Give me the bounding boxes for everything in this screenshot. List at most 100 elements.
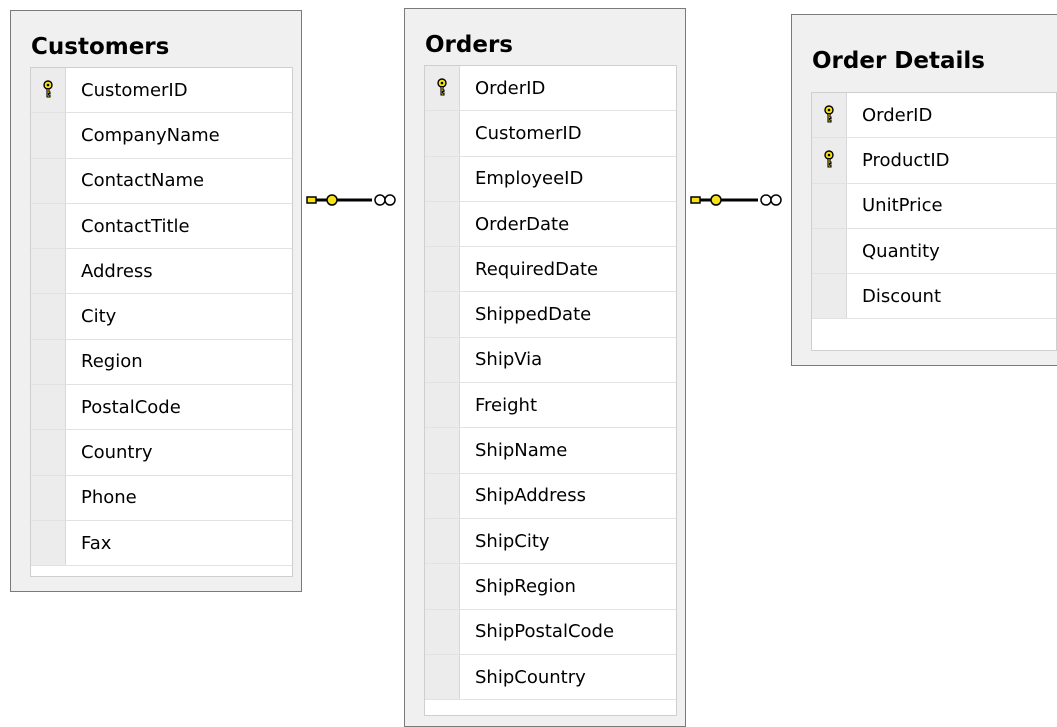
row-selector[interactable] (812, 93, 847, 138)
column-name: ShipCountry (475, 666, 586, 688)
column-name: ContactName (81, 170, 205, 192)
column-name: Country (81, 442, 153, 464)
column-row[interactable]: CompanyName (31, 113, 292, 159)
column-row[interactable]: ContactTitle (31, 203, 292, 250)
row-selector[interactable] (425, 247, 460, 292)
column-name: ShippedDate (475, 304, 592, 326)
column-row[interactable]: CustomerID (31, 68, 292, 114)
row-selector[interactable] (31, 158, 66, 203)
row-selector[interactable] (31, 475, 66, 520)
row-selector[interactable] (31, 339, 66, 385)
row-selector[interactable] (425, 518, 460, 564)
column-row[interactable]: UnitPrice (812, 183, 1056, 229)
column-name: CustomerID (475, 122, 582, 144)
column-row[interactable]: ShipCountry (425, 654, 676, 701)
customers-table[interactable]: Customers CustomerID CompanyName ContactNa… (10, 10, 302, 592)
column-name: ShipCity (475, 530, 550, 552)
infinity-end-icon (760, 194, 782, 206)
row-selector[interactable] (425, 156, 460, 201)
column-row[interactable]: CustomerID (425, 111, 676, 157)
column-name: Quantity (862, 240, 940, 262)
column-row[interactable]: City (31, 294, 292, 340)
row-selector[interactable] (812, 228, 847, 274)
column-name: ShipVia (475, 349, 543, 371)
relationship-orders-order-details[interactable] (686, 188, 791, 212)
column-row[interactable]: PostalCode (31, 385, 292, 431)
column-row[interactable]: Country (31, 430, 292, 476)
primary-key-icon (435, 78, 449, 98)
column-row[interactable]: RequiredDate (425, 247, 676, 293)
row-selector[interactable] (425, 473, 460, 518)
row-selector[interactable] (31, 68, 66, 113)
row-selector[interactable] (31, 249, 66, 294)
row-selector[interactable] (31, 203, 66, 249)
row-selector[interactable] (31, 385, 66, 430)
table-title: Orders (425, 32, 513, 58)
row-selector[interactable] (31, 113, 66, 158)
column-name: ShipAddress (475, 485, 586, 507)
column-name: ShipRegion (475, 575, 576, 597)
column-row[interactable]: ShipRegion (425, 564, 676, 610)
column-grid: CustomerID CompanyName ContactName ContactT… (30, 67, 293, 577)
column-grid: OrderID CustomerID EmployeeID OrderDate Requ… (424, 65, 677, 716)
row-selector[interactable] (425, 609, 460, 654)
column-name: ShipName (475, 440, 568, 462)
column-grid: OrderID ProductID UnitPrice Quantity Discoun… (811, 92, 1057, 351)
row-selector[interactable] (425, 564, 460, 609)
column-row[interactable]: ShippedDate (425, 292, 676, 338)
column-name: Discount (862, 285, 942, 307)
table-title: Order Details (812, 48, 985, 74)
column-name: PostalCode (81, 396, 181, 418)
column-name: ShipPostalCode (475, 621, 615, 643)
column-row[interactable]: Quantity (812, 228, 1056, 275)
column-row[interactable]: OrderID (425, 66, 676, 112)
column-row[interactable]: Address (31, 249, 292, 295)
column-name: RequiredDate (475, 258, 599, 280)
column-name: OrderID (862, 104, 933, 126)
table-title: Customers (31, 34, 170, 60)
column-name: EmployeeID (475, 168, 584, 190)
row-selector[interactable] (425, 292, 460, 337)
column-name: CompanyName (81, 124, 220, 146)
relationship-customers-orders[interactable] (302, 188, 404, 212)
column-row[interactable]: Region (31, 339, 292, 386)
column-row[interactable]: OrderID (812, 93, 1056, 139)
row-selector[interactable] (425, 66, 460, 111)
column-row[interactable]: Fax (31, 520, 292, 567)
row-selector[interactable] (425, 337, 460, 383)
row-selector[interactable] (812, 138, 847, 183)
orders-table[interactable]: Orders OrderID CustomerID EmployeeID OrderD… (404, 8, 686, 727)
column-row[interactable]: Discount (812, 274, 1056, 320)
column-name: OrderID (475, 77, 546, 99)
column-row[interactable]: ContactName (31, 158, 292, 204)
row-selector[interactable] (31, 294, 66, 339)
row-selector[interactable] (425, 111, 460, 156)
column-row[interactable]: ShipCity (425, 518, 676, 565)
column-name: Region (81, 351, 143, 373)
column-row[interactable]: Phone (31, 475, 292, 521)
column-row[interactable]: ShipPostalCode (425, 609, 676, 655)
column-row[interactable]: OrderDate (425, 201, 676, 248)
row-selector[interactable] (425, 201, 460, 247)
row-selector[interactable] (425, 383, 460, 428)
primary-key-icon (822, 105, 836, 125)
column-row[interactable]: EmployeeID (425, 156, 676, 202)
row-selector[interactable] (812, 274, 847, 319)
column-row[interactable]: ShipVia (425, 337, 676, 384)
column-name: ContactTitle (81, 215, 190, 237)
column-name: ProductID (862, 149, 950, 171)
row-selector[interactable] (425, 428, 460, 473)
row-selector[interactable] (31, 430, 66, 475)
column-row[interactable]: ShipAddress (425, 473, 676, 519)
order-details-table[interactable]: Order Details OrderID ProductID UnitPrice Q… (791, 14, 1057, 366)
column-name: City (81, 306, 117, 328)
column-name: UnitPrice (862, 195, 943, 217)
column-row[interactable]: ShipName (425, 428, 676, 474)
row-selector[interactable] (425, 654, 460, 700)
row-selector[interactable] (31, 520, 66, 566)
primary-key-icon (41, 80, 55, 100)
column-row[interactable]: ProductID (812, 138, 1056, 184)
row-selector[interactable] (812, 183, 847, 228)
column-row[interactable]: Freight (425, 383, 676, 429)
column-name: Freight (475, 394, 538, 416)
